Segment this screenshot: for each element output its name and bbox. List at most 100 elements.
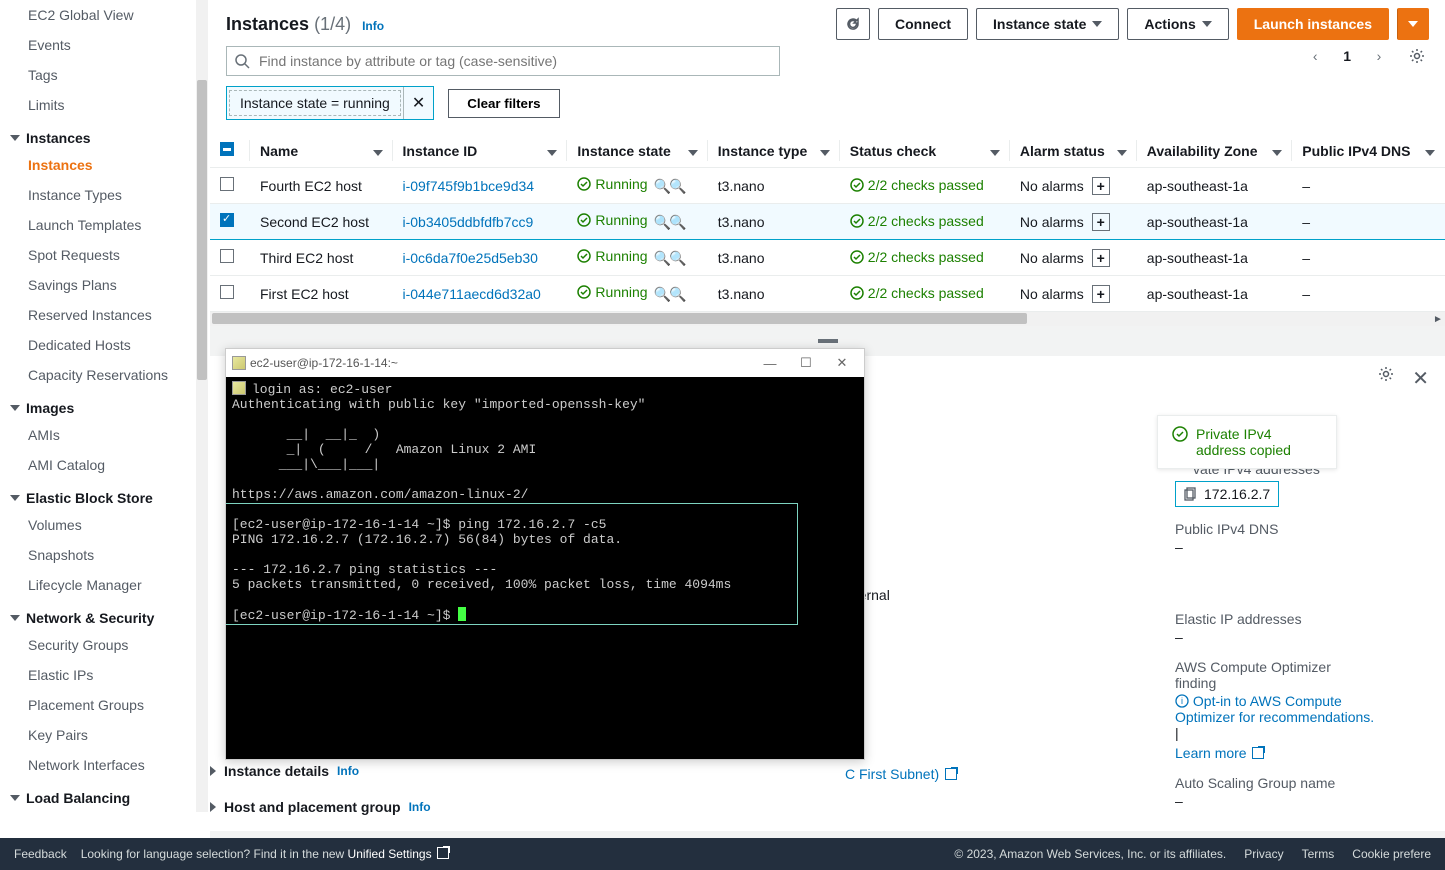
table-row[interactable]: Fourth EC2 hosti-09f745f9b1bce9d34 Runni… (210, 168, 1445, 204)
terminal-titlebar[interactable]: ec2-user@ip-172-16-1-14:~ — ☐ ✕ (226, 349, 864, 377)
window-maximize-button[interactable]: ☐ (788, 355, 824, 371)
pager-next[interactable]: › (1367, 44, 1391, 68)
compute-optimizer-link[interactable]: Opt-in to AWS Compute Optimizer for reco… (1175, 693, 1374, 725)
column-header[interactable]: Name (250, 134, 393, 168)
terminal-body[interactable]: login as: ec2-user Authenticating with p… (226, 377, 864, 759)
detail-settings-button[interactable] (1378, 366, 1394, 391)
table-row[interactable]: First EC2 hosti-044e711aecd6d32a0 Runnin… (210, 276, 1445, 312)
state-filter-icons[interactable]: 🔍🔍 (654, 286, 685, 302)
launch-instances-button[interactable]: Launch instances (1237, 8, 1389, 40)
sidebar-section-header[interactable]: Instances (0, 120, 208, 150)
instance-state-dropdown[interactable]: Instance state (976, 8, 1119, 40)
refresh-button[interactable] (836, 8, 870, 40)
detail-close-button[interactable]: ✕ (1412, 366, 1429, 391)
cell-status-check: 2/2 checks passed (850, 285, 984, 301)
sidebar-item[interactable]: Snapshots (0, 540, 208, 570)
sidebar-item[interactable]: Elastic IPs (0, 660, 208, 690)
learn-more-link[interactable]: Learn more (1175, 745, 1264, 761)
feedback-link[interactable]: Feedback (14, 847, 67, 861)
sidebar-item[interactable]: Key Pairs (0, 720, 208, 750)
select-all-checkbox[interactable] (220, 142, 234, 156)
state-filter-icons[interactable]: 🔍🔍 (654, 214, 685, 230)
sidebar-section-header[interactable]: Images (0, 390, 208, 420)
column-header[interactable]: Instance type (708, 134, 840, 168)
column-header[interactable]: Instance ID (393, 134, 568, 168)
sidebar-item[interactable]: Capacity Reservations (0, 360, 208, 390)
sidebar-item[interactable]: AMI Catalog (0, 450, 208, 480)
launch-instances-split[interactable] (1397, 8, 1429, 40)
table-settings-button[interactable] (1403, 42, 1431, 70)
column-header[interactable]: Alarm status (1010, 134, 1137, 168)
column-header[interactable]: Public IPv4 DNS (1292, 134, 1445, 168)
cell-instance-id[interactable]: i-0b3405ddbfdfb7cc9 (403, 214, 534, 230)
sidebar-section-header[interactable]: Load Balancing (0, 780, 208, 810)
terms-link[interactable]: Terms (1302, 847, 1335, 861)
privacy-link[interactable]: Privacy (1244, 847, 1283, 861)
asg-value: – (1175, 793, 1375, 809)
sidebar-item[interactable]: Dedicated Hosts (0, 330, 208, 360)
sidebar-item[interactable]: AMIs (0, 420, 208, 450)
table-row[interactable]: Second EC2 hosti-0b3405ddbfdfb7cc9 Runni… (210, 204, 1445, 240)
table-horizontal-scrollbar[interactable]: ◄ ► (210, 312, 1445, 326)
sidebar-scrollbar[interactable] (196, 0, 208, 812)
sidebar-section-header[interactable]: Elastic Block Store (0, 480, 208, 510)
public-dns-label: Public IPv4 DNS (1175, 521, 1375, 537)
cell-name: Second EC2 host (250, 204, 393, 240)
sidebar-item[interactable]: Placement Groups (0, 690, 208, 720)
sidebar-item[interactable]: Spot Requests (0, 240, 208, 270)
cell-alarm: No alarms (1020, 286, 1084, 302)
sidebar-item[interactable]: Load Balancers (0, 810, 208, 812)
sort-icon (688, 143, 698, 159)
sidebar-item[interactable]: Instances (0, 150, 208, 180)
column-header[interactable]: Instance state (567, 134, 707, 168)
putty-terminal-window[interactable]: ec2-user@ip-172-16-1-14:~ — ☐ ✕ login as… (225, 348, 865, 760)
sidebar-item[interactable]: Tags (0, 60, 208, 90)
add-alarm-button[interactable]: + (1092, 285, 1110, 303)
pager-prev[interactable]: ‹ (1303, 44, 1327, 68)
column-header[interactable]: Availability Zone (1137, 134, 1293, 168)
state-filter-icons[interactable]: 🔍🔍 (654, 250, 685, 266)
add-alarm-button[interactable]: + (1092, 249, 1110, 267)
filter-chip-text[interactable]: Instance state = running (229, 90, 401, 116)
column-header[interactable]: Status check (840, 134, 1010, 168)
state-filter-icons[interactable]: 🔍🔍 (654, 178, 685, 194)
section-host-placement[interactable]: Host and placement group Info (210, 789, 431, 825)
title-info-link[interactable]: Info (362, 19, 384, 33)
clear-filters-button[interactable]: Clear filters (448, 89, 559, 118)
sidebar-item[interactable]: Lifecycle Manager (0, 570, 208, 600)
filter-chip-remove[interactable]: ✕ (403, 87, 433, 119)
cell-type: t3.nano (708, 204, 840, 240)
sidebar-item[interactable]: Security Groups (0, 630, 208, 660)
search-input[interactable] (226, 46, 780, 76)
unified-settings-link[interactable]: Unified Settings (348, 847, 449, 861)
sidebar-item[interactable]: Reserved Instances (0, 300, 208, 330)
sidebar-section-header[interactable]: Network & Security (0, 600, 208, 630)
window-close-button[interactable]: ✕ (824, 355, 860, 371)
cell-instance-id[interactable]: i-044e711aecd6d32a0 (403, 286, 541, 302)
window-minimize-button[interactable]: — (752, 356, 788, 371)
cell-instance-id[interactable]: i-0c6da7f0e25d5eb30 (403, 250, 538, 266)
sidebar-item[interactable]: Volumes (0, 510, 208, 540)
sidebar-item[interactable]: EC2 Global View (0, 0, 208, 30)
actions-dropdown[interactable]: Actions (1127, 8, 1228, 40)
private-ip-copy[interactable]: 172.16.2.7 (1175, 481, 1279, 507)
sidebar-item[interactable]: Instance Types (0, 180, 208, 210)
caret-down-icon (10, 405, 20, 411)
table-row[interactable]: Third EC2 hosti-0c6da7f0e25d5eb30 Runnin… (210, 240, 1445, 276)
row-checkbox[interactable] (220, 177, 234, 191)
sidebar-item[interactable]: Network Interfaces (0, 750, 208, 780)
sidebar-item[interactable]: Limits (0, 90, 208, 120)
add-alarm-button[interactable]: + (1092, 213, 1110, 231)
sidebar-item[interactable]: Events (0, 30, 208, 60)
row-checkbox[interactable] (220, 213, 234, 227)
sidebar-item[interactable]: Savings Plans (0, 270, 208, 300)
row-checkbox[interactable] (220, 249, 234, 263)
cell-az: ap-southeast-1a (1137, 240, 1293, 276)
connect-button[interactable]: Connect (878, 8, 968, 40)
caret-down-icon (1202, 21, 1212, 27)
row-checkbox[interactable] (220, 285, 234, 299)
add-alarm-button[interactable]: + (1092, 177, 1110, 195)
cell-instance-id[interactable]: i-09f745f9b1bce9d34 (403, 178, 535, 194)
cookie-link[interactable]: Cookie prefere (1352, 847, 1431, 861)
sidebar-item[interactable]: Launch Templates (0, 210, 208, 240)
